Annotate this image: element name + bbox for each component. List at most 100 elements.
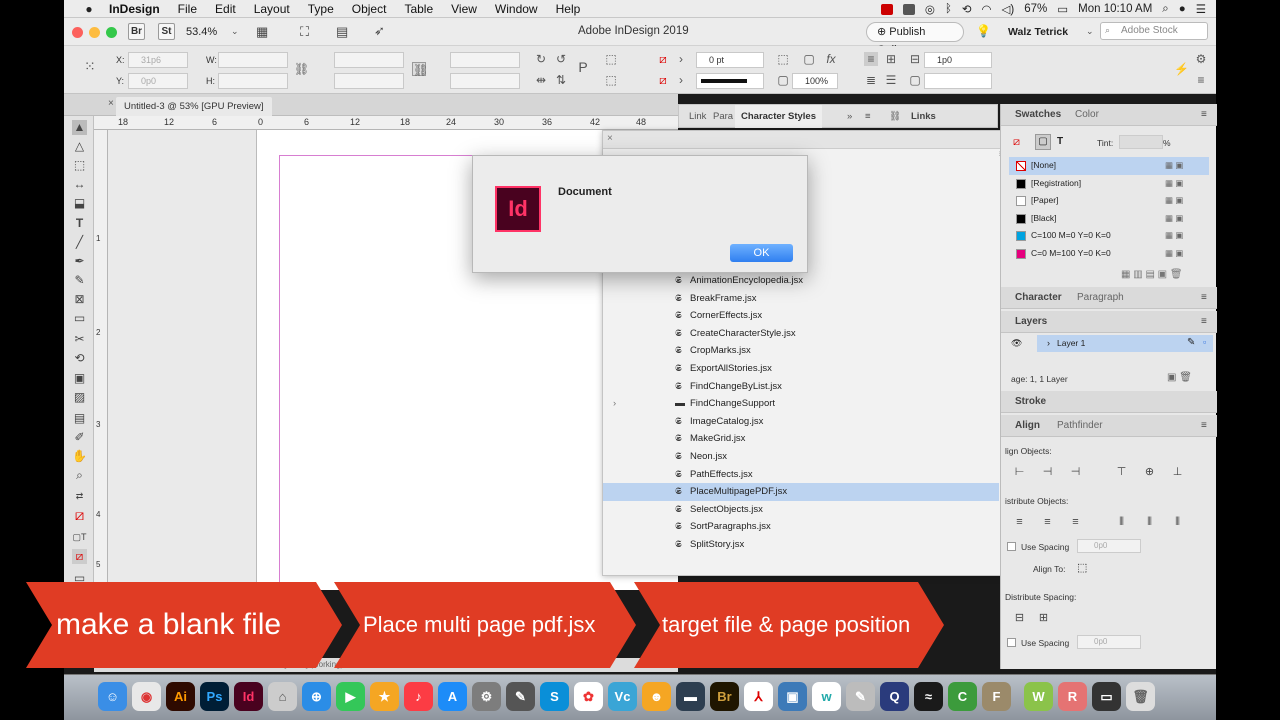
script-editor-icon[interactable]: ✎ — [506, 682, 535, 711]
tab-swatches[interactable]: Swatches — [1015, 104, 1061, 126]
x-field[interactable]: 31p6 — [128, 52, 188, 68]
stroke-arrow-icon[interactable]: › — [674, 73, 688, 87]
word-app-icon[interactable]: W — [1024, 682, 1053, 711]
collapse-icon[interactable]: » — [847, 105, 852, 128]
gap-tool-icon[interactable]: ↔ — [72, 177, 87, 192]
apple-menu-icon[interactable]: ● — [78, 2, 100, 16]
layer-name[interactable]: Layer 1 — [1057, 338, 1085, 348]
spacing-field[interactable]: 0p0 — [1077, 539, 1141, 553]
workspace-icon[interactable]: ➶ — [374, 23, 385, 39]
y-field[interactable]: 0p0 — [128, 73, 188, 89]
quicktime-icon[interactable]: Q — [880, 682, 909, 711]
scale-x-field[interactable] — [334, 52, 404, 68]
minimize-window-icon[interactable] — [89, 27, 100, 38]
user-name[interactable]: Walz Tetrick — [1008, 26, 1068, 38]
swatch-row[interactable]: [Paper] ▦ ▣ — [1009, 192, 1209, 210]
sticky-icon[interactable]: ☻ — [642, 682, 671, 711]
distribute-bottom-icon[interactable]: ≡ — [1069, 516, 1082, 529]
zoom-tool-icon[interactable]: ⌕ — [72, 468, 87, 483]
status-icon-red[interactable] — [880, 3, 893, 15]
fill-none-icon[interactable]: ⧄ — [656, 52, 670, 66]
align-right-icon[interactable]: ⊣ — [1069, 466, 1082, 479]
swatch-row[interactable]: [Black] ▦ ▣ — [1009, 210, 1209, 228]
volume-icon[interactable]: ◁) — [1002, 2, 1015, 16]
reference-point-icon[interactable]: ⁙ — [84, 58, 96, 75]
page-tool-icon[interactable]: ⬚ — [72, 158, 87, 173]
timemachine-icon[interactable]: ⟲ — [962, 2, 972, 16]
new-layer-icon[interactable]: ▣ 🗑 — [1167, 372, 1192, 383]
system-preferences-icon[interactable]: ⚙ — [472, 682, 501, 711]
safari-icon[interactable]: ⊕ — [302, 682, 331, 711]
tab-layers[interactable]: Layers — [1015, 311, 1047, 333]
wifi-icon[interactable]: ◠ — [981, 2, 991, 16]
distribute-vcenter-icon[interactable]: ≡ — [1041, 516, 1054, 529]
eyedropper-tool-icon[interactable]: ✐ — [72, 430, 87, 445]
reeder-icon[interactable]: ★ — [370, 682, 399, 711]
select-content-icon[interactable]: ⬚ — [604, 73, 618, 87]
direct-selection-tool-icon[interactable]: △ — [72, 139, 87, 154]
vc-app-icon[interactable]: Vc — [608, 682, 637, 711]
free-transform-tool-icon[interactable]: ⟲ — [72, 351, 87, 366]
textedit-icon[interactable]: ✎ — [846, 682, 875, 711]
monitor-icon[interactable]: ▭ — [1092, 682, 1121, 711]
script-item[interactable]: 𝕾 FindChangeByList.jsx — [603, 378, 999, 396]
distribute-hcenter-icon[interactable]: ⦀ — [1143, 516, 1156, 529]
panel-menu-icon[interactable]: ⚙ — [1194, 52, 1208, 66]
formatting-container-icon[interactable]: ▢T — [72, 530, 87, 545]
trash-icon[interactable]: 🗑 — [1126, 682, 1155, 711]
script-item[interactable]: 𝕾 SortParagraphs.jsx — [603, 518, 999, 536]
visibility-icon[interactable]: 👁 — [1011, 338, 1022, 349]
script-item[interactable]: 𝕾 PathEffects.jsx — [603, 466, 999, 484]
chrome-icon[interactable]: ◉ — [132, 682, 161, 711]
tab-color[interactable]: Color — [1075, 104, 1099, 126]
text-frame-icon[interactable]: ▢ — [908, 73, 922, 87]
wrap-jump-icon[interactable]: ≣ — [864, 73, 878, 87]
scale-y-field[interactable] — [334, 73, 404, 89]
stroke-weight-field[interactable]: 0 pt — [696, 52, 764, 68]
opacity-field[interactable]: 100% — [792, 73, 838, 89]
align-hcenter-icon[interactable]: ⊣ — [1041, 466, 1054, 479]
script-item[interactable]: 𝕾 ExportAllStories.jsx — [603, 360, 999, 378]
select-container-icon[interactable]: ⬚ — [604, 52, 618, 66]
photos-icon[interactable]: ✿ — [574, 682, 603, 711]
panel-menu-icon[interactable]: ≡ — [865, 105, 871, 128]
stock-button[interactable]: St — [158, 23, 175, 40]
quick-apply-icon[interactable]: ⚡ — [1174, 62, 1189, 76]
expand-layer-icon[interactable]: › — [1047, 338, 1050, 348]
script-item[interactable]: 𝕾 AnimationEncyclopedia.jsx — [603, 272, 999, 290]
rotate-cw-icon[interactable]: ↻ — [534, 52, 548, 66]
tab-links-short[interactable]: Link — [689, 105, 706, 128]
fill-arrow-icon[interactable]: › — [674, 52, 688, 66]
distribute-left-icon[interactable]: ⦀ — [1115, 516, 1128, 529]
selection-tool-icon[interactable]: ▲ — [72, 120, 87, 135]
script-item[interactable]: 𝕾 CreateCharacterStyle.jsx — [603, 325, 999, 343]
script-item[interactable]: 𝕾 BreakFrame.jsx — [603, 290, 999, 308]
stroke-none-icon[interactable]: ⧄ — [656, 73, 670, 87]
bridge-button[interactable]: Br — [128, 23, 145, 40]
photoshop-icon[interactable]: Ps — [200, 682, 229, 711]
close-panel-icon[interactable]: × — [607, 133, 613, 144]
music-icon[interactable]: ♪ — [404, 682, 433, 711]
script-item[interactable]: › ▬ FindChangeSupport — [603, 395, 999, 413]
menu-file[interactable]: File — [169, 2, 206, 16]
rotate-field[interactable] — [450, 52, 520, 68]
illustrator-icon[interactable]: Ai — [166, 682, 195, 711]
tab-align[interactable]: Align — [1015, 415, 1040, 437]
script-item[interactable]: 𝕾 ImageCatalog.jsx — [603, 413, 999, 431]
terminal-icon[interactable]: ▬ — [676, 682, 705, 711]
swatch-row[interactable]: [None] ▦ ▣ — [1009, 157, 1209, 175]
script-item[interactable]: 𝕾 MakeGrid.jsx — [603, 430, 999, 448]
type-tool-icon[interactable]: T — [72, 216, 87, 231]
spotlight-icon[interactable]: ⌕ — [1162, 3, 1168, 16]
f-app-icon[interactable]: F — [982, 682, 1011, 711]
wrap-none-icon[interactable]: ≡ — [864, 52, 878, 66]
screen-mode-icon[interactable]: ⛶ — [300, 24, 309, 40]
battery-percent[interactable]: 67% — [1024, 3, 1047, 15]
expand-folder-icon[interactable]: › — [613, 395, 616, 413]
fill-stroke-icon[interactable]: ⧄ — [72, 508, 87, 523]
align-vcenter-icon[interactable]: ⊕ — [1143, 466, 1156, 479]
keynote-icon[interactable]: ⌂ — [268, 682, 297, 711]
activity-monitor-icon[interactable]: ≈ — [914, 682, 943, 711]
swatch-row[interactable]: [Registration] ▦ ▣ — [1009, 175, 1209, 193]
tab-paragraph[interactable]: Paragraph — [1077, 287, 1124, 309]
